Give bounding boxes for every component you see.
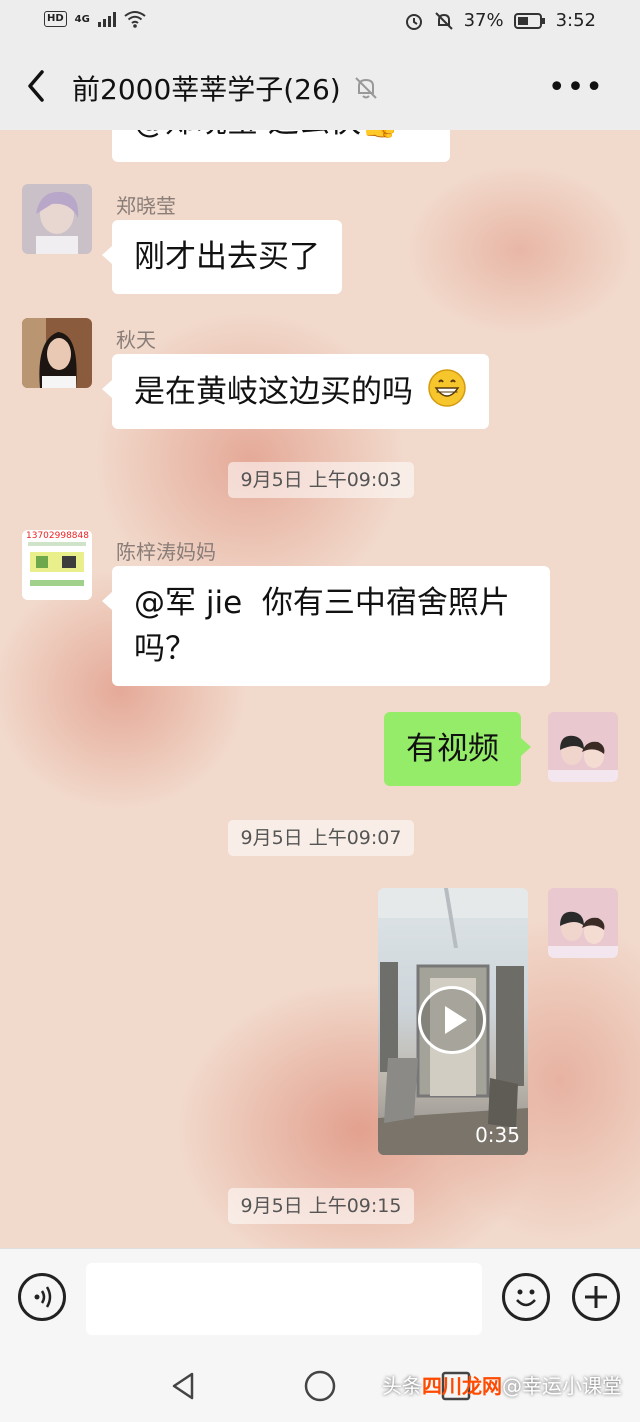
add-attachment-icon[interactable] [572,1273,620,1321]
watermark-brand: 四川龙网 [422,1374,502,1398]
timestamp: 9月5日 上午09:07 [228,820,414,856]
battery-icon [513,12,545,29]
video-message[interactable]: 0:35 [378,888,528,1155]
watermark-prefix: 头条 [382,1374,422,1398]
group-title: 前2000莘莘学子(26) [72,73,341,106]
sender-name: 秋天 [116,328,156,352]
nav-back-icon[interactable] [166,1368,202,1404]
message-text-line: 吗？ [134,631,196,667]
status-time: 3:52 [555,10,596,31]
message-bubble-partial[interactable]: @郑晓莹 这么快👍 [112,130,450,162]
hd-icon: HD [44,11,67,27]
back-arrow-icon[interactable] [22,66,52,106]
message-text: @郑晓莹 这么快👍 [134,130,399,140]
message-input[interactable] [86,1263,482,1335]
message-bubble[interactable]: 刚才出去买了 [102,220,342,294]
play-button-icon[interactable] [418,986,486,1054]
system-nav-bar: 头条四川龙网@幸运小课堂 [0,1350,640,1422]
chat-header: 前2000莘莘学子(26) ••• [0,44,640,130]
video-duration: 0:35 [475,1123,520,1147]
message-bubble[interactable]: @军 jie 你有三中宿舍照片 吗？ [102,566,550,686]
voice-input-icon[interactable] [18,1273,66,1321]
mute-notification-icon [434,11,453,30]
more-options-icon[interactable]: ••• [548,73,604,103]
emoji-picker-icon[interactable] [502,1273,550,1321]
signal-icon [97,11,116,27]
network-type: 4G [74,13,90,25]
avatar-zhengxiaoying[interactable] [22,184,92,254]
sender-name: 陈梓涛妈妈 [116,540,216,564]
timestamp: 9月5日 上午09:15 [228,1188,414,1224]
chat-area[interactable]: @郑晓莹 这么快👍 郑晓莹 刚才出去买了 秋天 是在黄岐这边买的吗 9月5日 上… [0,130,640,1248]
avatar-me[interactable] [548,712,618,782]
grinning-emoji-icon [428,369,466,407]
timestamp: 9月5日 上午09:03 [228,462,414,498]
avatar-chenzitao-mom[interactable]: 13702998848 [22,530,92,600]
watermark-suffix: @幸运小课堂 [502,1374,622,1398]
my-message-bubble[interactable]: 有视频 [384,712,531,786]
alarm-icon [405,13,422,30]
avatar-qiutian[interactable] [22,318,92,388]
input-bar [0,1248,640,1351]
message-text-line: @军 jie 你有三中宿舍照片 [134,585,510,621]
nav-home-icon[interactable] [302,1368,338,1404]
status-bar: HD 4G 37% 3:52 [0,0,640,44]
avatar-phone-text: 13702998848 [26,531,89,541]
wifi-icon [124,11,146,28]
mute-bell-icon [355,77,377,99]
message-bubble[interactable]: 是在黄岐这边买的吗 [102,354,489,429]
message-text: 有视频 [406,731,499,767]
message-text: 是在黄岐这边买的吗 [134,374,413,410]
avatar-me[interactable] [548,888,618,958]
sender-name: 郑晓莹 [116,194,176,218]
battery-percent: 37% [463,10,504,31]
watermark: 头条四川龙网@幸运小课堂 [382,1370,622,1399]
message-text: 刚才出去买了 [134,239,320,275]
